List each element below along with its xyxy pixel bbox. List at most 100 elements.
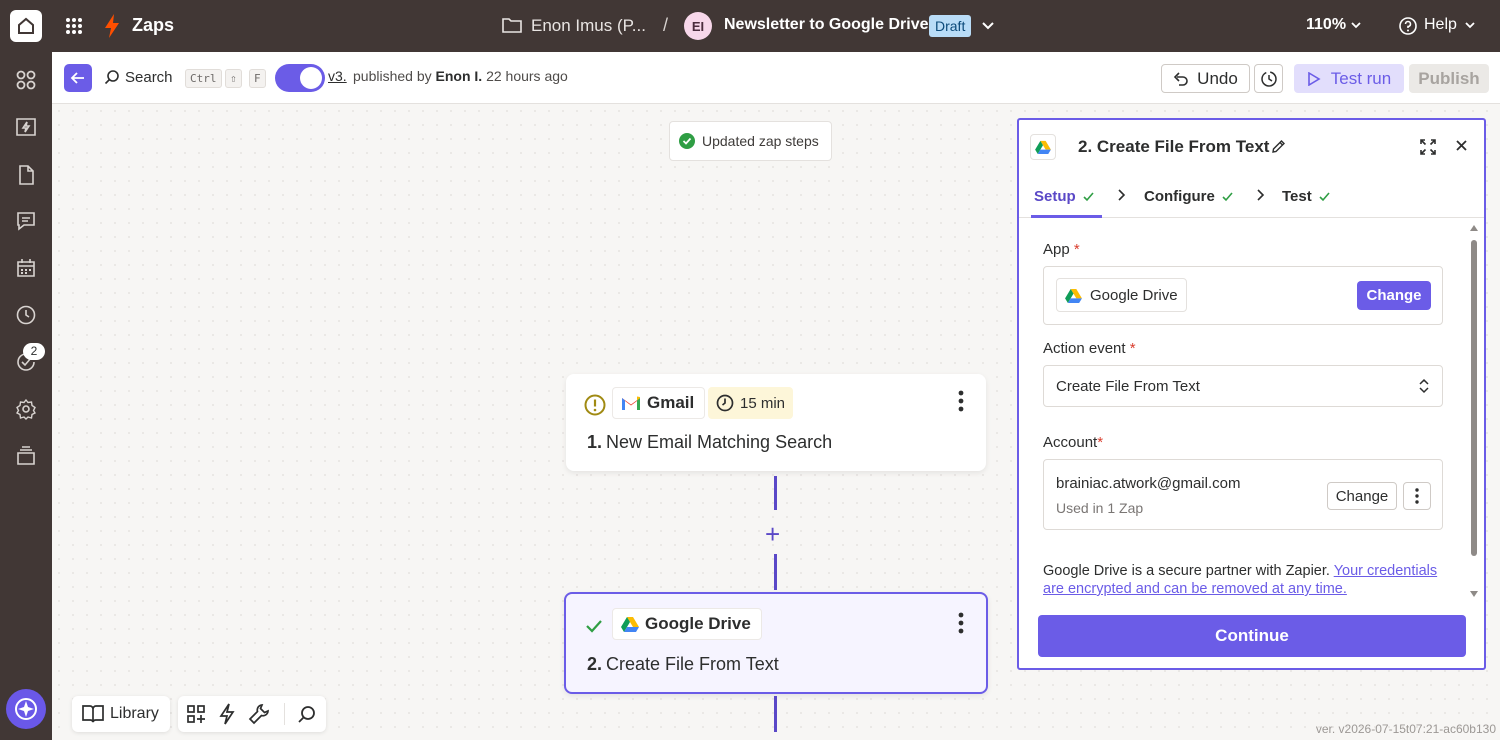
search-icon[interactable] — [104, 69, 120, 85]
scrollbar-thumb[interactable] — [1471, 240, 1477, 556]
step-number: 2. — [587, 654, 603, 674]
account-email: brainiac.atwork@gmail.com — [1056, 475, 1241, 492]
stack-icon[interactable] — [14, 444, 38, 468]
test-run-button[interactable]: Test run — [1294, 64, 1404, 93]
step-card-action[interactable]: Google Drive 2. Create File From Text — [564, 592, 988, 694]
step-connector — [774, 696, 777, 732]
publish-button[interactable]: Publish — [1409, 64, 1489, 93]
back-button[interactable] — [64, 64, 92, 92]
wrench-icon[interactable] — [248, 703, 270, 725]
select-arrows-icon — [1419, 378, 1429, 394]
expand-icon[interactable] — [1419, 138, 1437, 156]
publisher-name: Enon I. — [435, 68, 483, 84]
build-version: ver. v2026-07-15t07:21-ac60b130 — [1315, 722, 1496, 736]
close-icon[interactable] — [1455, 139, 1468, 152]
tab-test[interactable]: Test — [1282, 188, 1331, 205]
account-usage: Used in 1 Zap — [1056, 500, 1144, 516]
step-card-trigger[interactable]: Gmail 15 min 1. New Email Matching Search — [566, 374, 986, 471]
search-button[interactable]: Search — [125, 69, 173, 86]
required-marker: * — [1073, 241, 1080, 258]
avatar: EI — [684, 12, 712, 40]
calendar-icon[interactable] — [14, 256, 38, 280]
toast-notification: Updated zap steps — [669, 121, 832, 161]
chat-icon[interactable] — [14, 209, 38, 233]
action-event-select[interactable]: Create File From Text — [1043, 365, 1443, 407]
editor-toolbar: Search Ctrl ⇧ F v3. published by Enon I.… — [52, 52, 1500, 104]
panel-body: App * Google Drive Change Action event *… — [1043, 218, 1443, 596]
undo-button[interactable]: Undo — [1161, 64, 1250, 93]
scroll-up-icon[interactable] — [1470, 224, 1478, 232]
account-field-label: Account* — [1043, 434, 1103, 451]
folder-breadcrumb[interactable]: Enon Imus (P... — [531, 16, 646, 36]
copilot-button[interactable] — [6, 689, 46, 729]
chevron-down-icon[interactable] — [981, 18, 995, 32]
version-history-button[interactable] — [1254, 64, 1283, 93]
chevron-down-icon[interactable] — [1350, 19, 1362, 31]
tab-configure[interactable]: Configure — [1144, 188, 1234, 205]
shortcut-key-f: F — [249, 69, 266, 88]
more-vertical-icon — [1415, 488, 1419, 504]
zap-on-off-toggle[interactable] — [275, 64, 325, 92]
step-connector — [774, 554, 777, 590]
step-app-name: Google Drive — [645, 614, 751, 633]
help-menu[interactable]: Help — [1424, 16, 1457, 34]
security-notice: Google Drive is a secure partner with Za… — [1043, 562, 1443, 596]
chevron-down-icon[interactable] — [1464, 19, 1476, 31]
change-app-button[interactable]: Change — [1357, 281, 1431, 310]
more-vertical-icon[interactable] — [958, 612, 964, 634]
change-account-button[interactable]: Change — [1327, 482, 1397, 510]
version-link[interactable]: v3. — [328, 68, 347, 84]
app-field: Google Drive Change — [1043, 266, 1443, 325]
app-chip-google-drive: Google Drive — [612, 608, 762, 640]
folder-icon — [502, 18, 522, 33]
file-icon[interactable] — [14, 163, 38, 187]
step-app-name: Gmail — [647, 393, 695, 412]
home-button[interactable] — [10, 10, 42, 42]
zoom-level[interactable]: 110% — [1306, 16, 1346, 34]
app-name[interactable]: Zaps — [132, 15, 174, 36]
toast-message: Updated zap steps — [702, 133, 819, 149]
google-drive-icon — [1065, 288, 1082, 303]
panel-scrollbar[interactable] — [1470, 224, 1478, 602]
gmail-icon — [622, 396, 640, 410]
app-grid-icon[interactable] — [64, 16, 84, 36]
lightning-icon[interactable] — [219, 703, 235, 725]
library-label: Library — [110, 705, 159, 722]
compass-icon — [15, 698, 37, 720]
zapier-bolt-icon — [105, 14, 119, 38]
zap-title[interactable]: Newsletter to Google Drive — [724, 16, 929, 34]
clock-icon — [716, 394, 734, 412]
apps-add-icon[interactable] — [186, 704, 206, 724]
home-icon — [18, 17, 34, 34]
library-button[interactable]: Library — [72, 696, 170, 732]
step-name: New Email Matching Search — [606, 432, 833, 452]
scroll-down-icon[interactable] — [1470, 590, 1478, 598]
account-more-button[interactable] — [1403, 482, 1431, 510]
chevron-right-icon — [1257, 189, 1265, 201]
step-title: 1. New Email Matching Search — [587, 432, 832, 453]
chevron-right-icon — [1118, 189, 1126, 201]
settings-icon[interactable] — [14, 397, 38, 421]
undo-icon — [1174, 71, 1188, 86]
step-connector — [774, 476, 777, 510]
search-icon[interactable] — [297, 704, 317, 724]
check-circle-icon — [679, 133, 695, 149]
poll-interval: 15 min — [740, 394, 786, 412]
check-icon — [586, 620, 602, 633]
help-icon[interactable] — [1398, 16, 1418, 36]
continue-button[interactable]: Continue — [1038, 615, 1466, 657]
book-icon — [82, 705, 104, 723]
play-icon — [1307, 71, 1321, 86]
required-marker: * — [1129, 340, 1136, 357]
apps-icon[interactable] — [14, 68, 38, 92]
add-step-button[interactable]: + — [765, 521, 780, 547]
step-number: 1. — [587, 432, 603, 452]
google-drive-icon — [1030, 134, 1056, 160]
more-vertical-icon[interactable] — [958, 390, 964, 412]
published-info: published by Enon I. 22 hours ago — [353, 68, 568, 84]
tab-setup[interactable]: Setup — [1034, 188, 1095, 205]
panel-header: 2. Create File From Text — [1019, 120, 1484, 172]
history-icon[interactable] — [14, 303, 38, 327]
zap-icon[interactable] — [14, 115, 38, 139]
pencil-icon[interactable] — [1271, 139, 1286, 154]
